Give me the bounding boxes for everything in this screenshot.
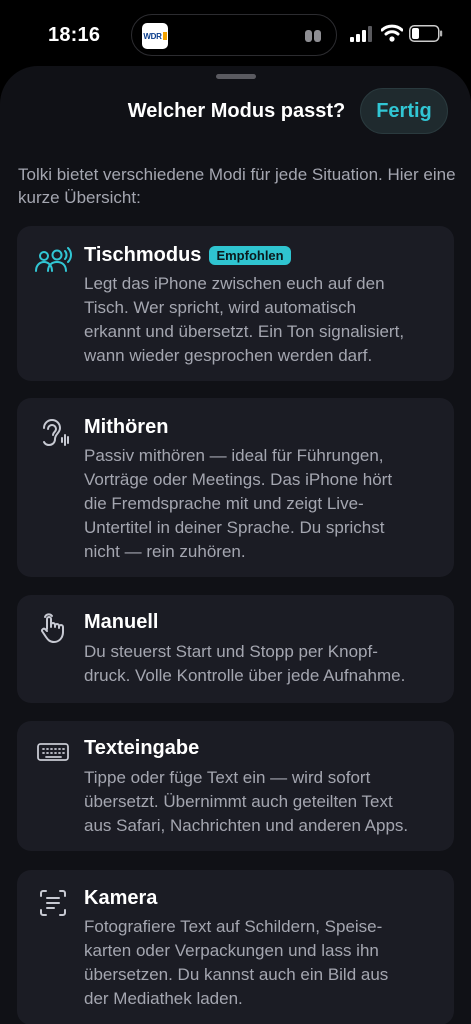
done-button[interactable]: Fertig bbox=[360, 88, 448, 134]
sheet-grabber[interactable] bbox=[216, 74, 256, 79]
description-line: übersetzen. Du kannst auch ein Bild aus bbox=[84, 965, 389, 984]
dynamic-island[interactable]: WDR bbox=[131, 14, 337, 56]
description-line: Fotografiere Text auf Schildern, Speise- bbox=[84, 917, 383, 936]
mode-card-mithoeren: Mithören Passiv mithören — ideal für Füh… bbox=[17, 398, 454, 577]
description-line: der Mediathek laden. bbox=[84, 989, 243, 1008]
mode-title: Mithören bbox=[84, 416, 168, 439]
mode-title-text: Kamera bbox=[84, 887, 158, 909]
mode-info-sheet: Welcher Modus passt? Fertig Tolki bietet… bbox=[0, 66, 471, 1024]
description-line: Tippe oder füge Text ein — wird sofort bbox=[84, 768, 371, 787]
hand-tap-icon bbox=[35, 611, 73, 645]
mode-title-text: Mithören bbox=[84, 416, 169, 438]
intro-text: Tolki bietet verschiedene Modi für jede … bbox=[18, 165, 456, 207]
description-line: Tisch. Wer spricht, wird automatisch bbox=[84, 298, 357, 317]
mode-card-texteingabe: Texteingabe Tippe oder füge Text ein — w… bbox=[17, 721, 454, 851]
mode-title: Kamera bbox=[84, 887, 157, 910]
mode-description: Passiv mithören — ideal für Führungen, V… bbox=[84, 444, 444, 564]
description-line: nicht — rein zuhören. bbox=[84, 542, 246, 561]
description-line: Legt das iPhone zwischen euch auf den bbox=[84, 274, 385, 293]
description-line: druck. Volle Kontrolle über jede Aufnahm… bbox=[84, 666, 406, 685]
mode-card-tischmodus: Tischmodus Empfohlen Legt das iPhone zwi… bbox=[17, 226, 454, 381]
mode-title: Manuell bbox=[84, 611, 158, 634]
mode-title-text: Tischmodus bbox=[84, 244, 202, 266]
wdr-logo-icon: WDR bbox=[142, 23, 168, 49]
screen: 18:16 WDR Welcher Modus passt? Fertig To… bbox=[0, 0, 471, 1024]
description-line: Passiv mithören — ideal für Führungen, bbox=[84, 446, 384, 465]
text-scan-icon bbox=[35, 886, 73, 920]
sheet-title-text: Welcher Modus passt? bbox=[127, 100, 346, 122]
ear-pods-icon bbox=[305, 30, 321, 42]
wdr-logo-text: WDR bbox=[143, 31, 162, 41]
status-bar: 18:16 WDR bbox=[0, 0, 471, 64]
mode-description: Du steuerst Start und Stopp per Knopf- d… bbox=[84, 640, 444, 688]
mode-card-kamera: Kamera Fotografiere Text auf Schildern, … bbox=[17, 870, 454, 1024]
people-speaking-icon bbox=[35, 244, 73, 278]
mode-description: Legt das iPhone zwischen euch auf den Ti… bbox=[84, 272, 444, 368]
description-line: aus Safari, Nachrichten und anderen Apps… bbox=[84, 816, 409, 835]
mode-title-text: Manuell bbox=[84, 611, 159, 633]
description-line: Vorträge oder Meetings. Das iPhone hört bbox=[84, 470, 393, 489]
wifi-icon bbox=[381, 24, 403, 42]
signal-icon bbox=[350, 26, 372, 42]
mode-title-text: Texteingabe bbox=[84, 737, 200, 759]
description-line: wann wieder gesprochen werden darf. bbox=[84, 346, 373, 365]
battery-icon bbox=[409, 25, 443, 42]
status-time: 18:16 bbox=[48, 24, 101, 46]
mode-description: Fotografiere Text auf Schildern, Speise-… bbox=[84, 915, 444, 1011]
description-line: Du steuerst Start und Stopp per Knopf- bbox=[84, 642, 378, 661]
mode-description: Tippe oder füge Text ein — wird sofort ü… bbox=[84, 766, 444, 838]
mode-card-manuell: Manuell Du steuerst Start und Stopp per … bbox=[17, 595, 454, 703]
description-line: die Fremdsprache mit und zeigt Live- bbox=[84, 494, 364, 513]
recommended-badge: Empfohlen bbox=[209, 246, 291, 265]
description-line: erkannt und übersetzt. Ein Ton signalisi… bbox=[84, 322, 405, 341]
mode-title: Texteingabe bbox=[84, 737, 199, 760]
description-line: karten oder Verpackungen und lass ihn bbox=[84, 941, 379, 960]
description-line: übersetzt. Übernimmt auch geteilten Text bbox=[84, 792, 393, 811]
keyboard-icon bbox=[35, 735, 73, 769]
mode-title: Tischmodus Empfohlen bbox=[84, 244, 291, 267]
description-line: Untertitel in deiner Sprache. Du sprichs… bbox=[84, 518, 385, 537]
ear-icon bbox=[35, 416, 73, 450]
